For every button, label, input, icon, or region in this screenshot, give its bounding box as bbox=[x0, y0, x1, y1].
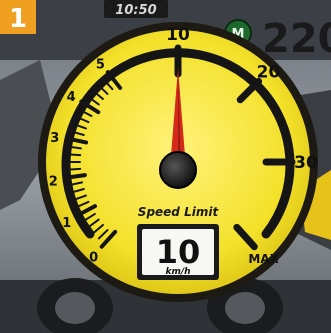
tick-label: 2 bbox=[49, 175, 58, 190]
speed-limit-display: 10 km/h bbox=[137, 224, 219, 280]
tick-label: 30 bbox=[294, 153, 318, 173]
speed-limit-scene: 10:50 M 220 012345102030MAX Speed Limit … bbox=[0, 0, 331, 333]
tick-label: 0 bbox=[89, 251, 98, 266]
tick-label: 4 bbox=[67, 90, 76, 105]
speed-limit-unit: km/h bbox=[165, 267, 190, 277]
hud-time: 10:50 bbox=[115, 3, 156, 18]
hud-clock: 10:50 bbox=[104, 0, 168, 18]
tick-label: 10 bbox=[166, 25, 190, 45]
tick-label: MAX bbox=[248, 252, 279, 266]
speedometer-gauge: 0 1 2 3 4 5 10 20 30 MAX Speed Limit 10 km/h bbox=[38, 22, 318, 302]
tick-label: 5 bbox=[96, 58, 105, 73]
score-value: 220 bbox=[262, 16, 331, 62]
gauge-tick bbox=[67, 167, 82, 171]
needle-hub bbox=[159, 151, 197, 189]
step-badge: 1 bbox=[0, 0, 36, 34]
speed-limit-caption: Speed Limit bbox=[138, 205, 220, 219]
tick-label: 3 bbox=[50, 131, 59, 146]
speed-limit-value: 10 bbox=[156, 233, 201, 271]
gauge-tick bbox=[63, 173, 87, 180]
tick-label: 1 bbox=[62, 216, 71, 231]
gauge-tick bbox=[67, 153, 82, 157]
step-number: 1 bbox=[9, 4, 27, 34]
tick-label: 20 bbox=[257, 62, 281, 82]
